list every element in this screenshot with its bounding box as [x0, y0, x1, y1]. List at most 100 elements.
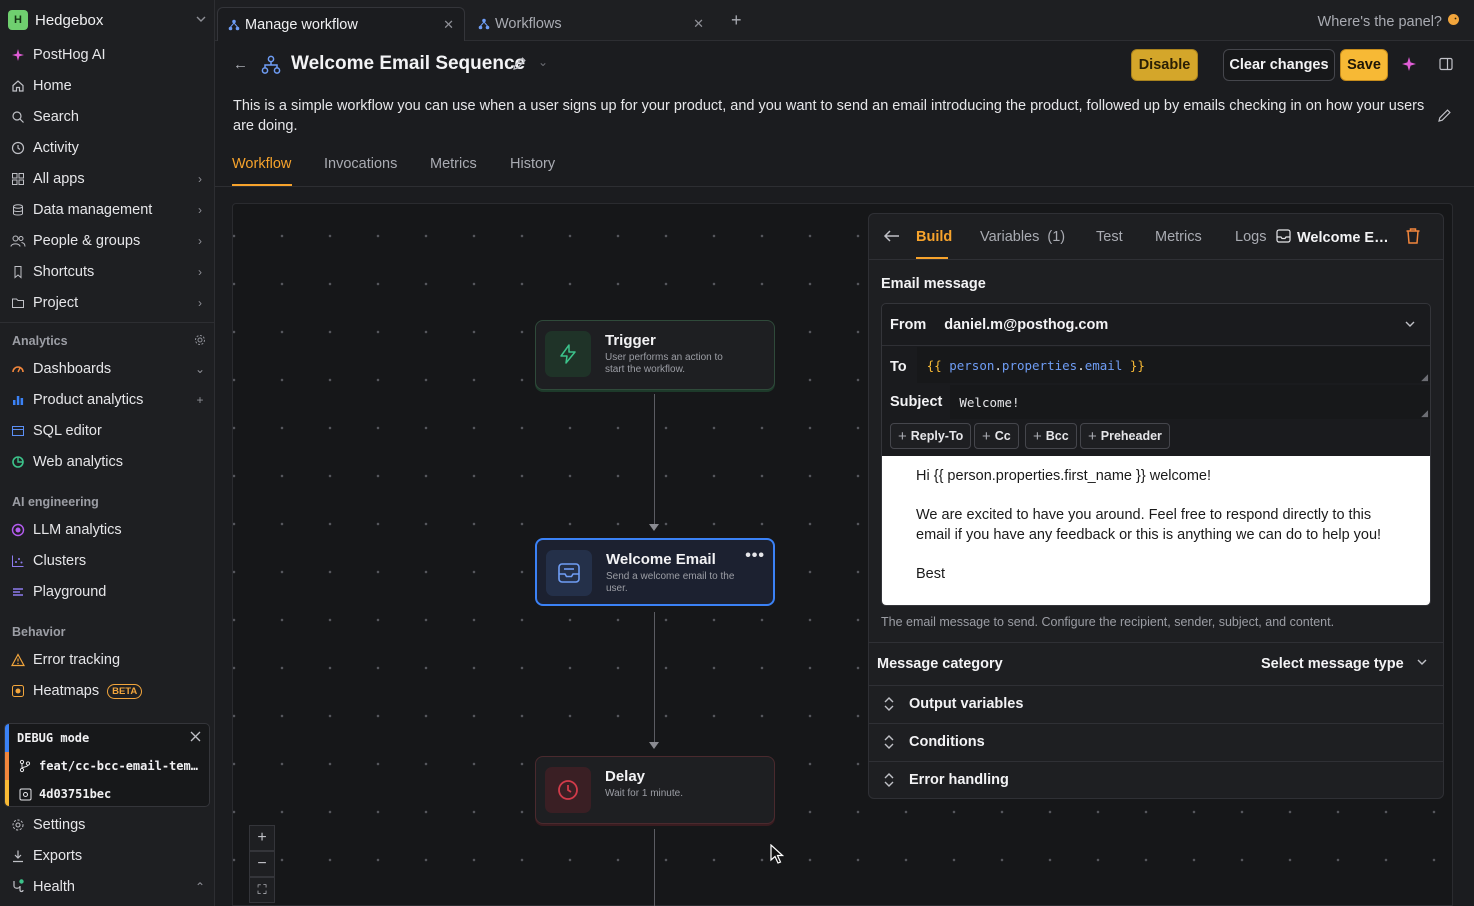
sidebar-item-error-tracking[interactable]: Error tracking [8, 646, 207, 674]
sidebar-item-data-management[interactable]: Data management › [8, 196, 207, 224]
disable-button[interactable]: Disable [1131, 49, 1198, 81]
chevron-up-icon[interactable]: ⌃ [193, 880, 207, 894]
tab-invocations[interactable]: Invocations [324, 156, 397, 172]
node-title: Delay [605, 768, 646, 785]
clear-changes-button[interactable]: Clear changes [1223, 49, 1335, 81]
add-bcc-button[interactable]: + Bcc [1025, 423, 1077, 449]
tab-metrics[interactable]: Metrics [1155, 229, 1202, 245]
sidebar-item-people-groups[interactable]: People & groups › [8, 227, 207, 255]
sidebar-item-dashboards[interactable]: Dashboards ⌄ [8, 355, 207, 383]
node-description: Wait for 1 minute. [605, 788, 683, 799]
chevron-right-icon: › [198, 234, 202, 248]
new-tab-button[interactable]: + [731, 10, 742, 31]
sidebar-item-posthog-ai[interactable]: PostHog AI [8, 41, 207, 69]
sidebar-item-settings[interactable]: Settings [8, 811, 207, 839]
sidebar-item-shortcuts[interactable]: Shortcuts › [8, 258, 207, 286]
sidebar-item-playground[interactable]: Playground [8, 578, 207, 606]
section-analytics: Analytics [12, 334, 206, 349]
sidebar-item-search[interactable]: Search [8, 103, 207, 131]
pencil-icon[interactable] [1437, 108, 1452, 126]
to-row: To {{ person.properties.email }} ◢ [882, 347, 1430, 383]
from-select[interactable]: daniel.m@posthog.com [944, 317, 1404, 333]
side-panel-icon[interactable] [1439, 57, 1453, 74]
error-handling-section[interactable]: Error handling [881, 772, 1009, 788]
conditions-section[interactable]: Conditions [881, 734, 985, 750]
sidebar-item-llm-analytics[interactable]: LLM analytics [8, 516, 207, 544]
org-switcher[interactable]: H Hedgebox [8, 8, 207, 32]
inbox-icon [1276, 229, 1291, 247]
chip-label: Cc [994, 429, 1011, 443]
sidebar-item-label: Project [33, 295, 79, 311]
tab-workflows[interactable]: Workflows ✕ [468, 7, 714, 41]
tab-variables[interactable]: Variables (1) [980, 229, 1065, 245]
zoom-in-button[interactable]: + [249, 825, 275, 851]
sidebar-item-label: Settings [33, 817, 86, 833]
tab-workflow[interactable]: Workflow [232, 156, 291, 172]
template-close: }} [1129, 357, 1145, 373]
chevron-right-icon: › [198, 203, 202, 217]
tab-metrics[interactable]: Metrics [430, 156, 477, 172]
add-reply-to-button[interactable]: + Reply-To [890, 423, 972, 449]
plus-icon[interactable]: + [193, 393, 207, 407]
close-icon[interactable] [190, 731, 201, 745]
sidebar-item-clusters[interactable]: Clusters [8, 547, 207, 575]
fit-view-button[interactable]: ⛶ [249, 877, 275, 903]
more-options-icon[interactable]: ••• [745, 547, 765, 565]
close-icon[interactable]: ✕ [693, 16, 704, 32]
panel-tabs: Build Variables (1) Test Metrics Logs We… [869, 214, 1443, 260]
back-arrow-icon[interactable] [883, 227, 901, 248]
add-preheader-button[interactable]: + Preheader [1080, 423, 1170, 449]
chip-label: Preheader [1100, 429, 1162, 443]
sidebar-item-exports[interactable]: Exports [8, 842, 207, 870]
output-variables-section[interactable]: Output variables [881, 696, 1023, 712]
divider [869, 685, 1443, 686]
resize-handle[interactable]: ◢ [1421, 408, 1428, 419]
message-category-select[interactable]: Select message type [1261, 656, 1428, 672]
email-body-editor[interactable]: Hi {{ person.properties.first_name }} we… [882, 456, 1430, 605]
dashboard-icon [8, 362, 28, 376]
close-icon[interactable]: ✕ [443, 17, 454, 33]
tab-history[interactable]: History [510, 156, 555, 172]
node-description: Send a welcome email to the user. [606, 571, 735, 594]
zoom-out-button[interactable]: − [249, 851, 275, 877]
panel-hint[interactable]: Where's the panel? [1318, 13, 1460, 30]
sidebar-item-all-apps[interactable]: All apps › [8, 165, 207, 193]
sidebar-item-home[interactable]: Home [8, 72, 207, 100]
from-row[interactable]: From daniel.m@posthog.com [882, 304, 1430, 346]
chevron-updown-icon[interactable]: ⌄ [538, 55, 548, 69]
add-cc-button[interactable]: + Cc [974, 423, 1019, 449]
trash-icon[interactable] [1405, 227, 1421, 248]
tab-build[interactable]: Build [916, 229, 952, 245]
sidebar-item-sql-editor[interactable]: SQL editor [8, 417, 207, 445]
save-button[interactable]: Save [1340, 49, 1388, 81]
tab-logs[interactable]: Logs [1235, 229, 1266, 245]
to-input[interactable]: {{ person.properties.email }} ◢ [916, 347, 1430, 383]
chevron-right-icon: › [198, 296, 202, 310]
sidebar-item-heatmaps[interactable]: Heatmaps BETA [8, 677, 207, 705]
divider [215, 186, 1474, 187]
bar-chart-icon [8, 393, 28, 407]
pencil-icon[interactable] [512, 56, 527, 74]
sidebar-item-label: LLM analytics [33, 522, 122, 538]
node-title: Trigger [605, 332, 656, 349]
back-arrow-icon[interactable]: ← [233, 56, 248, 73]
sparkle-icon[interactable] [1401, 56, 1417, 75]
resize-handle[interactable]: ◢ [1421, 372, 1428, 383]
gear-icon[interactable] [194, 334, 206, 349]
tab-test[interactable]: Test [1096, 229, 1123, 245]
section-ai-engineering: AI engineering [12, 495, 99, 509]
template-dot: . [1077, 357, 1085, 373]
sidebar-item-project[interactable]: Project › [8, 289, 207, 317]
hedgehog-icon [1447, 13, 1460, 30]
workflow-node-trigger[interactable]: Trigger User performs an action to start… [535, 320, 775, 390]
workflow-node-delay[interactable]: Delay Wait for 1 minute. [535, 756, 775, 824]
sidebar-item-web-analytics[interactable]: Web analytics [8, 448, 207, 476]
sidebar-item-activity[interactable]: Activity [8, 134, 207, 162]
chevron-down-icon[interactable] [1404, 317, 1416, 333]
workflow-node-welcome-email[interactable]: Welcome Email Send a welcome email to th… [535, 538, 775, 606]
llm-icon [8, 523, 28, 537]
sidebar-item-product-analytics[interactable]: Product analytics + [8, 386, 207, 414]
tab-manage-workflow[interactable]: Manage workflow ✕ [217, 7, 465, 41]
sidebar-item-health[interactable]: Health ⌃ [8, 873, 207, 901]
subject-input[interactable]: Welcome! ◢ [950, 385, 1430, 419]
